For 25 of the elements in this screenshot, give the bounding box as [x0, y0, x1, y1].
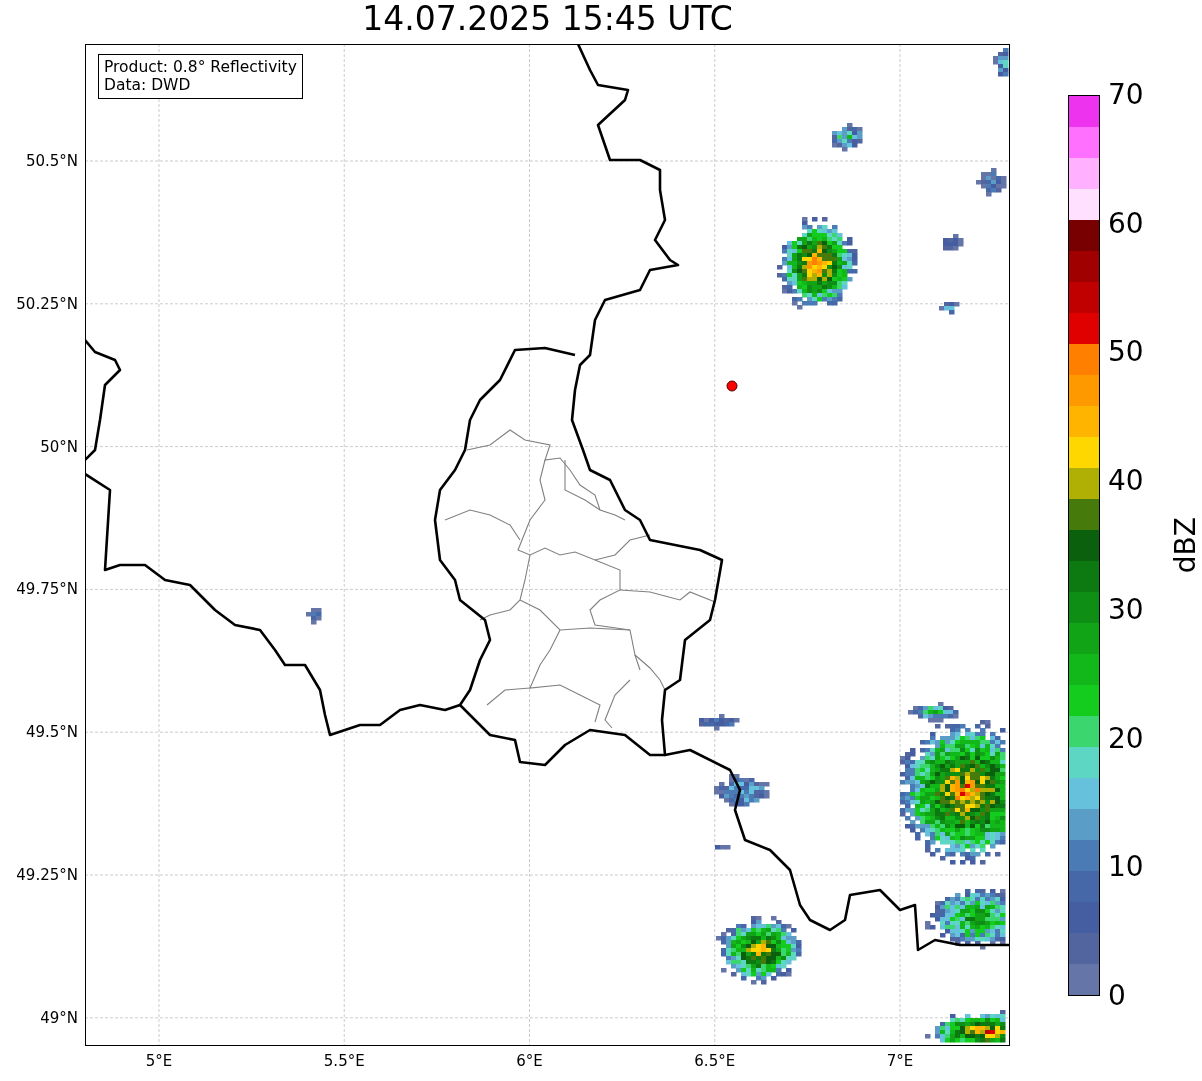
colorbar-tick-label: 70: [1108, 79, 1144, 111]
colorbar-tick-label: 60: [1108, 207, 1144, 240]
colorbar-tick-label: 0: [1108, 980, 1126, 1012]
colorbar-tick-label: 50: [1108, 336, 1144, 369]
longitude-label: 7°E: [886, 1052, 914, 1070]
chart-title: 14.07.2025 15:45 UTC: [361, 0, 734, 40]
colorbar-tick-label: 10: [1108, 851, 1144, 884]
latitude-label: 50.25°N: [16, 294, 78, 313]
latitude-label: 49.25°N: [16, 866, 78, 884]
latitude-label: 49.5°N: [25, 723, 78, 742]
legend-text: Data: DWD: [104, 76, 192, 94]
station-marker: [726, 380, 738, 392]
latitude-label: 50.5°N: [25, 152, 78, 170]
latitude-label: 49.75°N: [16, 580, 78, 599]
colorbar-tick-label: 20: [1108, 722, 1144, 755]
colorbar-label: dBZ: [1169, 517, 1202, 574]
legend-text: Product: 0.8° Reflectivity: [104, 58, 297, 76]
latitude-label: 50°N: [40, 437, 78, 456]
longitude-label: 6.5°E: [694, 1052, 736, 1070]
longitude-label: 5°E: [145, 1052, 173, 1070]
longitude-label: 6°E: [516, 1052, 543, 1070]
latitude-label: 49°N: [40, 1008, 78, 1027]
colorbar-tick-label: 40: [1108, 465, 1144, 498]
longitude-label: 5.5°E: [323, 1052, 365, 1070]
colorbar-tick-label: 30: [1108, 593, 1144, 626]
